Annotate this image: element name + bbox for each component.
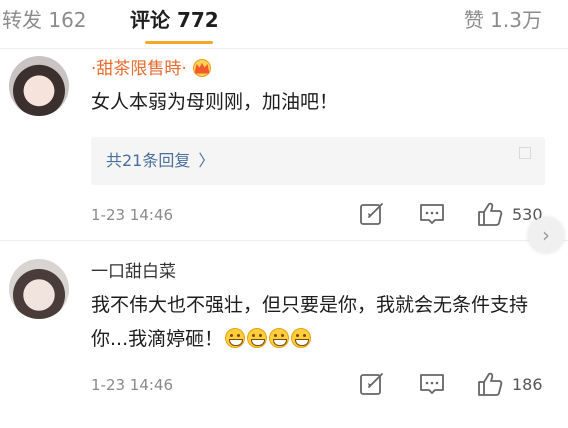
comment-tabs: 转发 162 评论 772 赞 1.3万 bbox=[0, 0, 568, 49]
replies-link[interactable]: 共21条回复〉 bbox=[106, 137, 214, 185]
replies-box[interactable]: 共21条回复〉 bbox=[91, 137, 545, 185]
active-tab-indicator bbox=[145, 41, 213, 44]
replies-link-label[interactable]: 共21条回复 bbox=[106, 151, 190, 170]
comment-item: 一口甜白菜 我不伟大也不强壮，但只要是你，我就会无条件支持你...我滴婷砸！ 1… bbox=[0, 250, 568, 428]
username[interactable]: ·甜茶限售時· bbox=[91, 58, 213, 80]
flag-icon bbox=[519, 147, 531, 159]
divider bbox=[0, 240, 568, 241]
username[interactable]: 一口甜白菜 bbox=[91, 261, 176, 283]
comment-item: ·甜茶限售時· 女人本弱为母则刚，加油吧！ 共21条回复〉 1-23 14:46… bbox=[0, 49, 568, 234]
comment-icon[interactable] bbox=[417, 370, 447, 398]
avatar[interactable] bbox=[9, 259, 69, 319]
share-icon[interactable] bbox=[357, 200, 387, 228]
comment-text: 女人本弱为母则刚，加油吧！ bbox=[91, 91, 339, 113]
comment-time: 1-23 14:46 bbox=[91, 206, 174, 224]
share-icon[interactable] bbox=[357, 370, 387, 398]
grin-emoji-icon bbox=[247, 328, 268, 348]
avatar[interactable] bbox=[9, 56, 69, 116]
next-button[interactable]: › bbox=[528, 217, 564, 253]
vip-crown-icon bbox=[192, 59, 211, 77]
tab-likes[interactable]: 赞 1.3万 bbox=[464, 2, 542, 38]
comment-text: 我不伟大也不强壮，但只要是你，我就会无条件支持你...我滴婷砸！ bbox=[91, 288, 559, 356]
chevron-right-icon: › bbox=[542, 223, 550, 247]
comment-icon[interactable] bbox=[417, 200, 447, 228]
comment-time: 1-23 14:46 bbox=[91, 376, 174, 394]
grin-emoji-icon bbox=[269, 328, 290, 348]
username-text[interactable]: ·甜茶限售時· bbox=[91, 59, 187, 79]
thumb-up-icon[interactable] bbox=[475, 200, 505, 228]
chevron-right-icon: 〉 bbox=[198, 151, 215, 170]
grin-emoji-icon bbox=[225, 328, 246, 348]
like-count: 186 bbox=[512, 375, 543, 394]
grin-emoji-icon bbox=[291, 328, 312, 348]
tab-comments[interactable]: 评论 772 bbox=[130, 2, 219, 38]
thumb-up-icon[interactable] bbox=[475, 370, 505, 398]
tab-repost[interactable]: 转发 162 bbox=[2, 2, 87, 38]
